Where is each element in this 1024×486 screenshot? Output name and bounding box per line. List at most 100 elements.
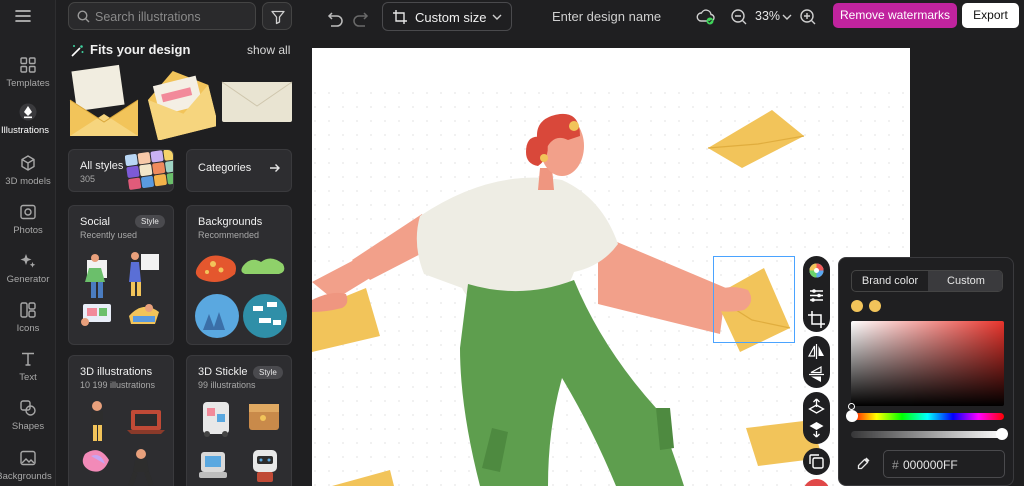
rail-item-illustrations[interactable]: Illustrations xyxy=(0,103,56,147)
adjust-sliders-icon[interactable] xyxy=(806,285,827,306)
toolbar-group-duplicate xyxy=(803,448,830,475)
card-title: Categories xyxy=(198,162,252,174)
cloud-sync-icon[interactable] xyxy=(696,7,716,27)
3d-illustrations-preview xyxy=(82,401,165,486)
rail-label: Templates xyxy=(6,78,50,89)
3d-illustrations-card[interactable]: 3D illustrations 10 199 illustrations xyxy=(68,355,174,486)
search-box[interactable] xyxy=(68,2,256,30)
shapes-icon xyxy=(20,302,36,318)
social-card[interactable]: Social Style Recently used xyxy=(68,205,174,345)
toolbar-group-layers xyxy=(803,392,830,444)
rail-item-templates[interactable]: Templates xyxy=(0,56,56,100)
redo-icon[interactable] xyxy=(350,8,374,32)
rail-label: 3D models xyxy=(5,176,51,187)
delete-button[interactable] xyxy=(803,479,830,486)
rail-label: Photos xyxy=(13,225,43,236)
show-all-link[interactable]: show all xyxy=(247,43,290,57)
cube-icon xyxy=(21,155,35,171)
alpha-slider-handle[interactable] xyxy=(996,428,1008,440)
3d-stickle-preview xyxy=(199,402,279,482)
filter-button[interactable] xyxy=(262,2,292,30)
zoom-level[interactable]: 33% xyxy=(755,9,780,23)
social-illustrations-preview xyxy=(81,252,159,326)
zoom-out-icon[interactable] xyxy=(730,8,748,26)
top-bar: Custom size Enter design name 33% Remove… xyxy=(312,0,1024,40)
design-name-input[interactable]: Enter design name xyxy=(552,9,661,24)
rail-item-backgrounds[interactable]: Backgrounds xyxy=(0,449,56,486)
rail-item-photos[interactable]: Photos xyxy=(0,203,56,247)
rail-item-3d-models[interactable]: 3D models xyxy=(0,154,56,198)
resize-icon xyxy=(393,10,407,24)
grid-icon xyxy=(20,57,36,73)
rail-label: Shapes xyxy=(11,421,45,432)
rail-label: Illustrations xyxy=(0,125,50,136)
undo-icon[interactable] xyxy=(322,8,346,32)
rail-item-icons[interactable]: Icons xyxy=(0,301,56,345)
alpha-slider[interactable] xyxy=(851,431,1004,438)
hue-slider-handle[interactable] xyxy=(846,410,858,422)
chevron-down-icon[interactable] xyxy=(782,13,792,21)
crop-icon[interactable] xyxy=(806,309,827,330)
card-title: Social xyxy=(80,216,110,228)
pen-nib-icon xyxy=(19,103,37,121)
remove-watermarks-button[interactable]: Remove watermarks xyxy=(833,3,957,28)
search-input[interactable] xyxy=(95,7,251,27)
envelope-letter-thumb[interactable] xyxy=(146,64,216,140)
rail-label: Generator xyxy=(6,274,50,285)
rail-item-generator[interactable]: Generator xyxy=(0,252,56,296)
flip-horizontal-icon[interactable] xyxy=(806,341,827,362)
custom-size-dropdown[interactable]: Custom size xyxy=(382,2,512,31)
envelope-open-thumb[interactable] xyxy=(68,64,140,140)
sparkle-icon xyxy=(20,254,36,268)
saturation-handle[interactable] xyxy=(848,403,855,410)
hex-input[interactable] xyxy=(903,455,999,475)
card-title: Backgrounds xyxy=(198,216,263,228)
hex-field[interactable]: # xyxy=(883,450,1005,478)
bring-forward-icon[interactable] xyxy=(806,396,827,417)
color-swatch[interactable] xyxy=(851,300,863,312)
illustrations-panel: Fits your design show all All styles 305 xyxy=(56,0,362,486)
eyedropper-icon[interactable] xyxy=(857,456,871,470)
flip-vertical-icon[interactable] xyxy=(806,364,827,385)
custom-size-label: Custom size xyxy=(415,10,487,25)
export-button[interactable]: Export xyxy=(962,3,1019,28)
selection-box[interactable] xyxy=(713,256,795,343)
color-wheel-icon[interactable] xyxy=(806,260,827,281)
all-styles-card[interactable]: All styles 305 xyxy=(68,149,174,192)
card-title: 3D Stickle xyxy=(198,366,248,378)
search-icon xyxy=(77,10,90,23)
app: Templates Illustrations 3D models Photos… xyxy=(0,0,1024,486)
saturation-value-area[interactable] xyxy=(851,321,1004,406)
element-toolbar xyxy=(803,256,831,486)
categories-card[interactable]: Categories xyxy=(186,149,292,192)
hue-slider[interactable] xyxy=(851,413,1004,420)
magic-wand-icon xyxy=(71,45,84,57)
filter-icon xyxy=(271,10,285,25)
card-subtitle: Recommended xyxy=(198,230,260,240)
fits-your-design-heading: Fits your design xyxy=(70,42,190,57)
camera-icon xyxy=(20,204,36,220)
rail-item-text[interactable]: Text xyxy=(0,350,56,394)
toolbar-group-edit xyxy=(803,256,830,332)
tab-brand-color[interactable]: Brand color xyxy=(852,271,928,291)
arrow-right-icon xyxy=(270,164,280,172)
rail-item-shapes[interactable]: Shapes xyxy=(0,399,56,443)
rail-label: Icons xyxy=(16,323,40,334)
duplicate-icon[interactable] xyxy=(806,451,827,472)
3d-stickle-card[interactable]: 3D Stickle Style 99 illustrations xyxy=(186,355,292,486)
send-backward-icon[interactable] xyxy=(806,419,827,440)
tab-custom[interactable]: Custom xyxy=(928,271,1002,291)
card-subtitle: Recently used xyxy=(80,230,138,240)
envelope-closed-thumb[interactable] xyxy=(220,64,294,140)
menu-icon[interactable] xyxy=(14,7,32,25)
zoom-in-icon[interactable] xyxy=(799,8,817,26)
rail-label: Backgrounds xyxy=(0,471,52,482)
style-badge: Style xyxy=(135,215,165,228)
color-swatch[interactable] xyxy=(869,300,881,312)
rail-label: Text xyxy=(19,372,37,383)
color-picker-panel: Brand color Custom # xyxy=(838,257,1014,486)
chevron-down-icon xyxy=(492,14,502,20)
image-icon xyxy=(20,450,36,466)
card-title: 3D illustrations xyxy=(80,366,153,378)
backgrounds-card[interactable]: Backgrounds Recommended xyxy=(186,205,292,345)
